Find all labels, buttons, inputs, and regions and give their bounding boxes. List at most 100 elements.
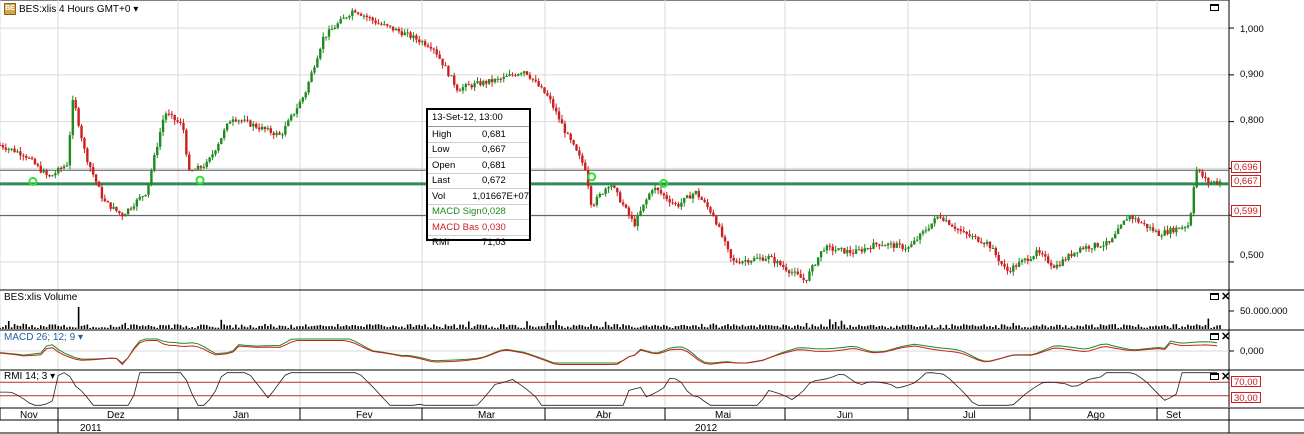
candle-body [1, 145, 5, 148]
candle-body [787, 270, 791, 274]
candle-body [851, 252, 855, 254]
volume-bar [980, 325, 983, 329]
candle-body [1207, 177, 1210, 184]
candle-body [869, 248, 872, 250]
macd-base-line [0, 340, 1218, 366]
chevron-down-icon[interactable]: ▾ [78, 332, 83, 343]
close-icon[interactable]: ✕ [1221, 332, 1230, 343]
candle-body [435, 49, 438, 55]
rmi-pane-label[interactable]: RMI 14; 3 ▾ [4, 371, 55, 382]
volume-bar [718, 327, 720, 329]
chart-canvas[interactable] [0, 0, 1304, 434]
volume-bar [514, 324, 517, 329]
volume-bar [890, 326, 892, 329]
tooltip-row-value: 0,667 [482, 144, 506, 156]
volume-bar [727, 324, 729, 329]
candle-body [412, 35, 415, 38]
maximize-icon[interactable] [1210, 293, 1219, 300]
maximize-icon[interactable] [1210, 333, 1219, 340]
candle-body [1067, 254, 1070, 261]
volume-bar [852, 326, 854, 329]
macd-pane-label[interactable]: MACD 26; 12; 9 ▾ [4, 332, 83, 343]
volume-bar [933, 327, 936, 329]
volume-bar [412, 326, 415, 329]
volume-bar [34, 327, 36, 329]
volume-bar [1210, 327, 1213, 329]
volume-bar [421, 325, 423, 329]
candle-body [677, 203, 680, 207]
volume-bar [631, 326, 633, 329]
candle-body [904, 248, 907, 250]
volume-bar [28, 326, 30, 329]
candle-body [508, 74, 511, 77]
maximize-icon[interactable] [1210, 4, 1219, 11]
chevron-down-icon[interactable]: ▾ [50, 371, 55, 382]
candle-body [683, 197, 686, 203]
candle-body [534, 79, 537, 82]
volume-bar [2, 326, 4, 329]
volume-bar [403, 327, 406, 329]
volume-bar [92, 326, 94, 329]
candle-body [1061, 259, 1064, 266]
chart-header[interactable]: BE BES:xlis 4 Hours GMT+0 ▾ [4, 3, 138, 15]
candle-body [1096, 242, 1099, 247]
candle-body [217, 144, 220, 151]
chevron-down-icon[interactable]: ▾ [133, 4, 138, 15]
candle-body [1119, 224, 1123, 229]
volume-bar [240, 324, 243, 329]
close-icon[interactable]: ✕ [1221, 292, 1230, 303]
candle-body [610, 185, 613, 188]
volume-bar [622, 324, 624, 329]
candle-body [671, 202, 674, 204]
candle-body [773, 257, 776, 264]
volume-bar [962, 324, 965, 329]
candle-body [156, 146, 159, 156]
volume-bar [197, 326, 199, 329]
volume-bar [1213, 326, 1215, 329]
volume-bar [170, 327, 173, 329]
close-icon[interactable]: ✕ [1221, 372, 1230, 383]
candle-body [717, 224, 721, 227]
volume-bar [1190, 325, 1192, 329]
price-tag-resistance: 0,696 [1231, 161, 1261, 173]
candle-body [453, 75, 456, 85]
candle-body [924, 230, 928, 232]
volume-bar [599, 327, 601, 329]
volume-bar [339, 326, 342, 329]
volume-bar [450, 325, 453, 329]
volume-bar [1035, 325, 1038, 329]
volume-bar [63, 324, 65, 329]
volume-bar [165, 325, 167, 329]
candle-body [223, 130, 226, 139]
candle-body [1143, 223, 1146, 225]
volume-bar [98, 327, 100, 329]
volume-bar [948, 327, 951, 329]
candle-body [420, 41, 424, 43]
candle-body [913, 240, 916, 245]
volume-bar [1088, 325, 1090, 329]
volume-bar [992, 326, 994, 329]
volume-bar [115, 327, 118, 329]
volume-bar [1102, 325, 1105, 329]
volume-bar [1061, 327, 1064, 329]
candle-body [1079, 247, 1082, 253]
candle-body [1038, 250, 1041, 254]
candle-body [54, 173, 57, 176]
volume-bar [762, 325, 764, 329]
candle-body [362, 15, 366, 17]
candle-body [639, 210, 642, 216]
volume-bar [872, 325, 875, 329]
maximize-icon[interactable] [1210, 373, 1219, 380]
y-tick-label: 0,500 [1240, 250, 1264, 261]
volume-bar [118, 326, 121, 329]
volume-bar [106, 327, 109, 329]
candle-body [351, 10, 354, 16]
volume-bar [325, 326, 327, 329]
candle-body [482, 81, 485, 86]
candle-body [540, 86, 543, 88]
volume-bar [1207, 318, 1210, 329]
volume-bar [709, 324, 712, 329]
candle-body [124, 214, 127, 217]
volume-bar [500, 324, 502, 329]
volume-bar [377, 324, 380, 329]
